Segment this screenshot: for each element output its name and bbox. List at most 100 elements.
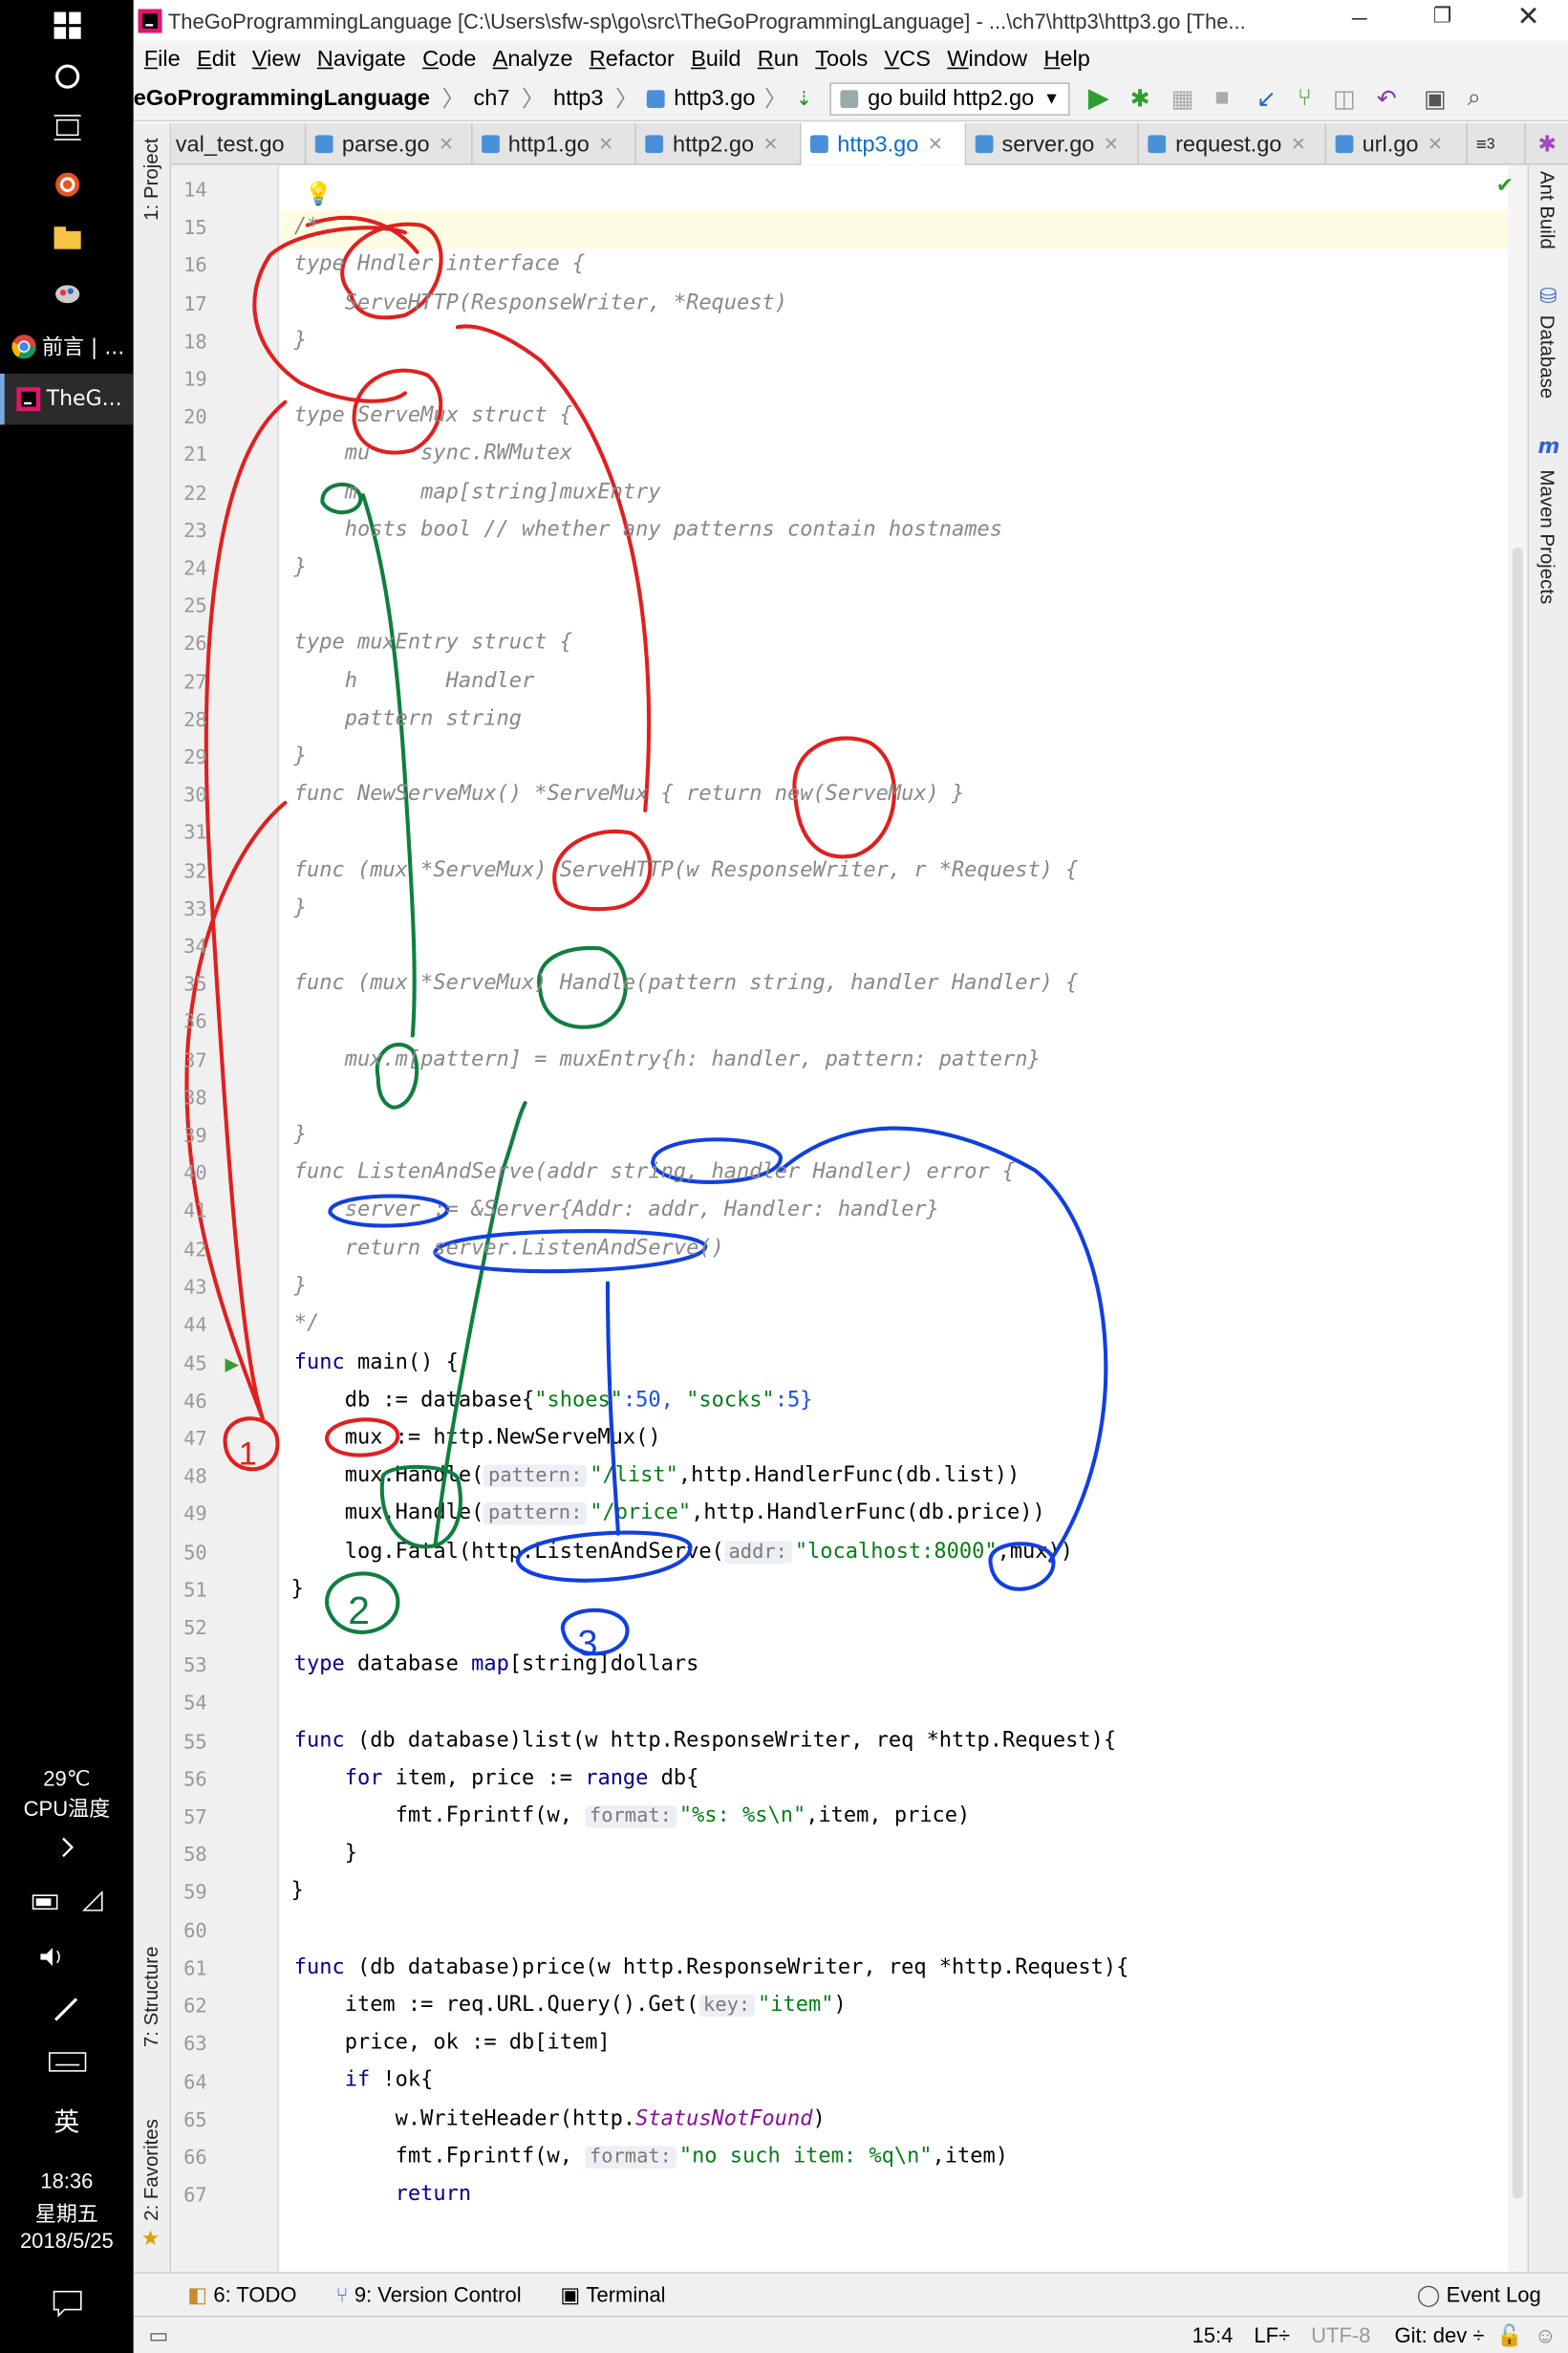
menu-navigate[interactable]: Navigate <box>317 46 406 72</box>
ant-icon[interactable]: ✱ <box>1527 123 1568 163</box>
code-line[interactable]: item := req.URL.Query().Get(key: "item") <box>294 1993 847 2018</box>
code-line[interactable]: return <box>294 2182 471 2206</box>
close-icon[interactable]: ✕ <box>1517 2 1540 33</box>
close-icon[interactable]: ✕ <box>1291 134 1306 155</box>
code-line[interactable]: for item, price := range db{ <box>294 1766 699 1790</box>
close-icon[interactable]: ✕ <box>598 134 613 155</box>
code-line[interactable]: mux.m[pattern] = muxEntry{h: handler, pa… <box>294 1047 1041 1070</box>
tab-request[interactable]: request.go ✕ <box>1139 122 1326 165</box>
menu-file[interactable]: File <box>144 46 181 72</box>
tab-server[interactable]: server.go ✕ <box>966 122 1140 165</box>
code-line[interactable]: pattern string <box>294 706 522 730</box>
keyboard-icon[interactable] <box>0 2037 134 2087</box>
breadcrumb-item[interactable]: http3 <box>553 86 603 112</box>
code-line[interactable]: price, ok := db[item] <box>294 2030 611 2054</box>
editor-scrollbar[interactable]: ✔ <box>1496 164 1528 2273</box>
pen-icon[interactable] <box>0 1984 134 2035</box>
code-line[interactable]: log.Fatal(http.ListenAndServe(addr: "loca… <box>294 1540 1073 1565</box>
menu-tools[interactable]: Tools <box>815 46 868 72</box>
panel-toggle-icon[interactable]: ▭ <box>148 2322 168 2348</box>
taskbar-app-intellij[interactable]: TheG... <box>0 373 134 425</box>
menu-code[interactable]: Code <box>422 46 476 72</box>
code-line[interactable]: hosts bool // whether any patterns conta… <box>294 517 1002 541</box>
vcs-branch-icon[interactable]: ⑂ <box>1298 85 1312 112</box>
version-control-tool-button[interactable]: 9: Version Control <box>354 2282 522 2306</box>
coverage-icon[interactable]: ▦ <box>1171 83 1194 113</box>
code-line[interactable]: type ServeMux struct { <box>294 404 572 428</box>
ime-indicator[interactable]: 英 <box>0 2101 134 2138</box>
close-icon[interactable]: ✕ <box>439 134 454 155</box>
chevron-right-icon[interactable] <box>0 1822 134 1872</box>
paint-icon[interactable] <box>0 267 134 317</box>
code-line[interactable]: } <box>294 1123 307 1147</box>
git-branch[interactable]: Git: dev ÷ <box>1394 2323 1484 2347</box>
code-line[interactable]: h Handler <box>294 669 535 693</box>
file-encoding[interactable]: UTF-8 <box>1311 2323 1370 2347</box>
scrollbar-thumb[interactable] <box>1512 548 1523 2199</box>
code-line[interactable]: mux.Handle(pattern: "/list",http.HandlerF… <box>294 1463 1020 1488</box>
run-icon[interactable]: ▶ <box>1088 82 1109 114</box>
lock-icon[interactable]: 🔓 <box>1496 2322 1522 2348</box>
notification-icon[interactable] <box>0 2278 134 2329</box>
code-line[interactable]: ServeHTTP(ResponseWriter, *Request) <box>294 291 787 314</box>
tab-url[interactable]: url.go ✕ <box>1326 122 1468 165</box>
code-line[interactable]: server := &Server{Addr: addr, Handler: h… <box>294 1198 939 1222</box>
breadcrumb-item[interactable]: ch7 <box>474 86 510 112</box>
tab-parse[interactable]: parse.go ✕ <box>306 122 473 165</box>
breadcrumb-project[interactable]: eGoProgrammingLanguage <box>134 86 430 112</box>
breadcrumb-item[interactable]: http3.go <box>674 86 755 112</box>
code-line[interactable]: func NewServeMux() *ServeMux { return ne… <box>294 782 965 806</box>
code-line[interactable]: } <box>294 555 307 579</box>
code-line[interactable]: type Hndler interface { <box>294 252 585 276</box>
caret-position[interactable]: 15:4 <box>1192 2323 1234 2347</box>
clock-time[interactable]: 18:36 <box>0 2169 134 2192</box>
code-line[interactable]: type database map[string]dollars <box>294 1652 699 1676</box>
project-tool-button[interactable]: 1: Project <box>140 138 162 220</box>
tab-http1[interactable]: http1.go ✕ <box>472 122 637 165</box>
close-icon[interactable]: ✕ <box>1428 134 1443 155</box>
menu-refactor[interactable]: Refactor <box>590 46 675 72</box>
database-tool-button[interactable]: Database <box>1536 315 1559 399</box>
search-icon[interactable]: ⌕ <box>1468 85 1481 112</box>
tab-http2[interactable]: http2.go ✕ <box>636 122 802 165</box>
menu-run[interactable]: Run <box>758 46 799 72</box>
code-line[interactable]: m map[string]muxEntry <box>294 480 661 504</box>
code-line[interactable]: mu sync.RWMutex <box>294 442 572 465</box>
maven-tool-button[interactable]: Maven Projects <box>1536 469 1559 604</box>
close-icon[interactable]: ✕ <box>1104 134 1119 155</box>
project-structure-icon[interactable]: ▣ <box>1424 83 1447 113</box>
code-line[interactable]: mux.Handle(pattern: "/price",http.Handler… <box>294 1500 1045 1525</box>
close-icon[interactable]: ✕ <box>928 134 943 155</box>
menu-edit[interactable]: Edit <box>197 46 236 72</box>
code-line[interactable]: func ListenAndServe(addr string, handler… <box>294 1160 1015 1184</box>
sort-icon[interactable]: ⇣ <box>796 86 812 110</box>
run-gutter-icon[interactable]: ▶ <box>226 1353 240 1374</box>
lightbulb-icon[interactable]: 💡 <box>305 180 333 206</box>
vcs-update-icon[interactable]: ↙ <box>1257 83 1277 113</box>
todo-tool-button[interactable]: 6: TODO <box>213 2282 296 2306</box>
menu-build[interactable]: Build <box>691 46 741 72</box>
restore-icon[interactable]: ❐ <box>1433 3 1452 29</box>
favorites-tool-button[interactable]: 2: Favorites <box>140 2119 162 2221</box>
close-icon[interactable]: ✕ <box>763 134 779 155</box>
stop-icon[interactable]: ■ <box>1214 85 1229 112</box>
debug-icon[interactable]: ✱ <box>1130 83 1150 113</box>
menu-view[interactable]: View <box>252 46 301 72</box>
code-line[interactable]: } <box>294 745 307 768</box>
ubuntu-icon[interactable] <box>0 159 134 209</box>
run-config-select[interactable]: go build http2.go ▼ <box>829 81 1071 116</box>
revert-icon[interactable]: ↶ <box>1377 83 1397 113</box>
code-line[interactable]: func (mux *ServeMux) Handle(pattern stri… <box>294 971 1079 995</box>
code-line[interactable]: } <box>294 896 307 919</box>
code-line[interactable]: } <box>294 1842 357 1866</box>
menu-window[interactable]: Window <box>947 46 1027 72</box>
task-view-icon[interactable] <box>0 102 134 153</box>
tab-overflow-button[interactable]: ≡ 3 <box>1467 122 1527 165</box>
code-line[interactable]: */ <box>294 1311 319 1335</box>
code-line[interactable]: mux := http.NewServeMux() <box>294 1426 661 1450</box>
tab-http3[interactable]: http3.go ✕ <box>801 122 966 165</box>
volume-icon[interactable] <box>0 1932 134 1982</box>
menu-analyze[interactable]: Analyze <box>493 46 573 72</box>
inspector-icon[interactable]: ☺ <box>1535 2323 1556 2347</box>
code-line[interactable]: return server.ListenAndServe() <box>294 1236 724 1260</box>
